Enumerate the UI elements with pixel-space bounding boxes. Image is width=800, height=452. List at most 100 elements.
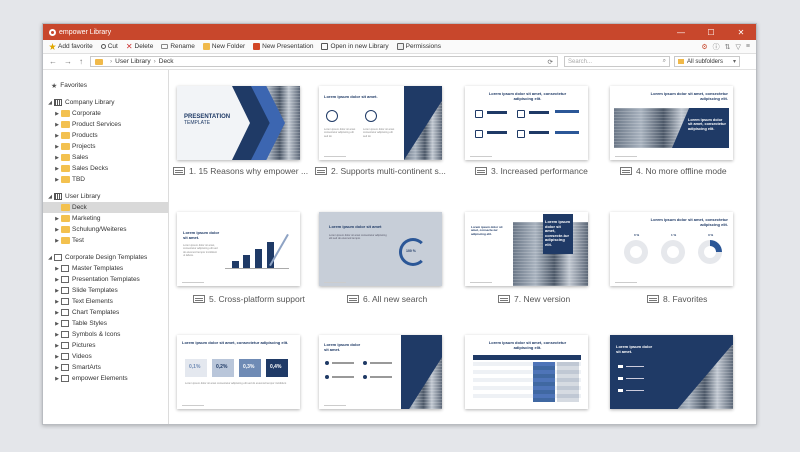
collapsed-arrow-icon[interactable]: ▶ xyxy=(53,227,61,233)
refresh-icon[interactable]: ⟳ xyxy=(548,58,553,66)
expanded-arrow-icon[interactable]: ◢ xyxy=(46,100,54,106)
title-bar[interactable]: empower Library — ☐ ✕ xyxy=(43,24,756,40)
minimize-button[interactable]: — xyxy=(666,24,696,40)
sidebar-item-products[interactable]: ▶ Products xyxy=(43,130,168,141)
add-favorite-button[interactable]: Add favorite xyxy=(49,43,93,50)
close-button[interactable]: ✕ xyxy=(726,24,756,40)
slide-thumbnail[interactable]: Lorem ipsum dolor sit amet, consectetur … xyxy=(177,335,300,409)
collapsed-arrow-icon[interactable]: ▶ xyxy=(53,288,61,294)
sidebar-item-text-elements[interactable]: ▶ Text Elements xyxy=(43,296,168,307)
search-input[interactable]: Search... ⌕ xyxy=(564,56,670,67)
settings-icon[interactable]: ⚙ xyxy=(701,43,707,51)
rename-button[interactable]: Rename xyxy=(161,43,195,50)
back-arrow-icon[interactable]: ← xyxy=(49,57,57,66)
menu-icon[interactable]: ≡ xyxy=(746,43,750,50)
open-in-new-library-button[interactable]: Open in new Library xyxy=(321,43,389,50)
delete-button[interactable]: ✕ Delete xyxy=(126,43,154,51)
collapsed-arrow-icon[interactable]: ▶ xyxy=(53,277,61,283)
collapsed-arrow-icon[interactable]: ▶ xyxy=(53,133,61,139)
new-folder-button[interactable]: New Folder xyxy=(202,43,245,50)
collapsed-arrow-icon[interactable]: ▶ xyxy=(53,343,61,349)
collapsed-arrow-icon[interactable]: ▶ xyxy=(53,238,61,244)
slide-thumbnail[interactable]: Lorem ipsum dolor sit amet, consecte-tur… xyxy=(465,212,588,286)
slide-thumbnail[interactable]: Lorem ipsum dolor sit amet. Lorem ipsum … xyxy=(319,86,442,160)
sidebar-item-schulung-weiteres[interactable]: ▶ Schulung/Weiteres xyxy=(43,224,168,235)
collapsed-arrow-icon[interactable]: ▶ xyxy=(53,299,61,305)
info-icon[interactable]: ⓘ xyxy=(713,42,720,52)
expanded-arrow-icon[interactable]: ◢ xyxy=(46,194,54,200)
slide-thumbnail[interactable]: Lorem ipsum dolor sit amet, consectetur … xyxy=(610,212,733,286)
collapsed-arrow-icon[interactable]: ▶ xyxy=(53,310,61,316)
slide-caption[interactable]: 2. Supports multi-continent s... xyxy=(315,166,453,176)
collapsed-arrow-icon[interactable]: ▶ xyxy=(53,376,61,382)
expanded-arrow-icon[interactable]: ◢ xyxy=(46,255,54,261)
collapsed-arrow-icon[interactable]: ▶ xyxy=(53,144,61,150)
slide-caption[interactable]: 4. No more offline mode xyxy=(620,166,756,176)
sidebar-item-slide-templates[interactable]: ▶ Slide Templates xyxy=(43,285,168,296)
sidebar-item-table-styles[interactable]: ▶ Table Styles xyxy=(43,318,168,329)
breadcrumb[interactable]: › User Library › Deck ⟳ xyxy=(90,56,558,67)
sidebar-item-test[interactable]: ▶ Test xyxy=(43,235,168,246)
new-presentation-button[interactable]: New Presentation xyxy=(253,43,313,50)
collapsed-arrow-icon[interactable]: ▶ xyxy=(53,354,61,360)
sidebar-item-empower-elements[interactable]: ▶ empower Elements xyxy=(43,373,168,384)
rename-label: Rename xyxy=(170,43,195,50)
collapsed-arrow-icon[interactable]: ▶ xyxy=(53,122,61,128)
slide-thumbnail[interactable]: Lorem ipsum dolor sit amet. xyxy=(610,335,733,409)
up-arrow-icon[interactable]: ↑ xyxy=(79,57,83,66)
slide-thumbnail[interactable]: Lorem ipsum dolor sit amet Lorem ipsum d… xyxy=(319,212,442,286)
breadcrumb-user-library[interactable]: User Library xyxy=(115,58,150,65)
sidebar-item-chart-templates[interactable]: ▶ Chart Templates xyxy=(43,307,168,318)
slide-caption[interactable]: 1. 15 Reasons why empower ... xyxy=(173,166,311,176)
collapsed-arrow-icon[interactable]: ▶ xyxy=(53,155,61,161)
tree-favorites[interactable]: ★ Favorites xyxy=(43,80,168,91)
folder-icon xyxy=(61,110,70,117)
forward-arrow-icon[interactable]: → xyxy=(64,57,72,66)
permissions-button[interactable]: Permissions xyxy=(396,43,441,50)
tree-company-library[interactable]: ◢ Company Library xyxy=(43,97,168,108)
collapsed-arrow-icon[interactable]: ▶ xyxy=(53,321,61,327)
slide-caption[interactable]: 3. Increased performance xyxy=(475,166,613,176)
collapsed-arrow-icon[interactable]: ▶ xyxy=(53,111,61,117)
slide-caption[interactable]: 5. Cross-platform support xyxy=(193,294,331,304)
collapsed-arrow-icon[interactable]: ▶ xyxy=(53,177,61,183)
search-icon[interactable]: ⌕ xyxy=(663,58,666,65)
sidebar-item-pictures[interactable]: ▶ Pictures xyxy=(43,340,168,351)
sidebar-item-smartarts[interactable]: ▶ SmartArts xyxy=(43,362,168,373)
sidebar-item-marketing[interactable]: ▶ Marketing xyxy=(43,213,168,224)
sidebar-item-sales-decks[interactable]: ▶ Sales Decks xyxy=(43,163,168,174)
sidebar-item-presentation-templates[interactable]: ▶ Presentation Templates xyxy=(43,274,168,285)
slide-title: Lorem ipsum dolor sit amet. xyxy=(324,342,361,352)
sidebar-item-projects[interactable]: ▶ Projects xyxy=(43,141,168,152)
sidebar-item-product-services[interactable]: ▶ Product Services xyxy=(43,119,168,130)
sort-icon[interactable]: ⇅ xyxy=(725,43,731,51)
collapsed-arrow-icon[interactable]: ▶ xyxy=(53,332,61,338)
sidebar-item-sales[interactable]: ▶ Sales xyxy=(43,152,168,163)
slide-thumbnail[interactable]: Lorem ipsum dolor sit amet. Lorem ipsum … xyxy=(177,212,300,286)
slide-thumbnail[interactable]: Lorem ipsum dolor sit amet, consectetur … xyxy=(465,335,588,409)
slide-caption[interactable]: 6. All new search xyxy=(347,294,485,304)
slide-thumbnail[interactable]: Lorem ipsum dolor sit amet, consectetur … xyxy=(610,86,733,160)
breadcrumb-deck[interactable]: Deck xyxy=(159,58,174,65)
cut-button[interactable]: Cut xyxy=(100,43,118,50)
filter-icon[interactable]: ▽ xyxy=(736,43,741,51)
slide-thumbnail[interactable]: Lorem ipsum dolor sit amet. xyxy=(319,335,442,409)
tree-corporate-design-templates[interactable]: ◢ Corporate Design Templates xyxy=(43,252,168,263)
collapsed-arrow-icon[interactable]: ▶ xyxy=(53,216,61,222)
slide-caption[interactable]: 7. New version xyxy=(498,294,636,304)
slide-thumbnail[interactable]: Lorem ipsum dolor sit amet, consectetur … xyxy=(465,86,588,160)
collapsed-arrow-icon[interactable]: ▶ xyxy=(53,166,61,172)
slide-caption[interactable]: 8. Favorites xyxy=(647,294,756,304)
tree-user-library[interactable]: ◢ User Library xyxy=(43,191,168,202)
collapsed-arrow-icon[interactable]: ▶ xyxy=(53,266,61,272)
sidebar-item-symbols-icons[interactable]: ▶ Symbols & Icons xyxy=(43,329,168,340)
sidebar-item-tbd[interactable]: ▶ TBD xyxy=(43,174,168,185)
sidebar-item-videos[interactable]: ▶ Videos xyxy=(43,351,168,362)
subfolder-filter-select[interactable]: All subfolders ▾ xyxy=(674,56,740,67)
slide-thumbnail[interactable]: PRESENTATION TEMPLATE xyxy=(177,86,300,160)
sidebar-item-deck[interactable]: Deck xyxy=(43,202,168,213)
sidebar-item-master-templates[interactable]: ▶ Master Templates xyxy=(43,263,168,274)
collapsed-arrow-icon[interactable]: ▶ xyxy=(53,365,61,371)
maximize-button[interactable]: ☐ xyxy=(696,24,726,40)
sidebar-item-corporate[interactable]: ▶ Corporate xyxy=(43,108,168,119)
